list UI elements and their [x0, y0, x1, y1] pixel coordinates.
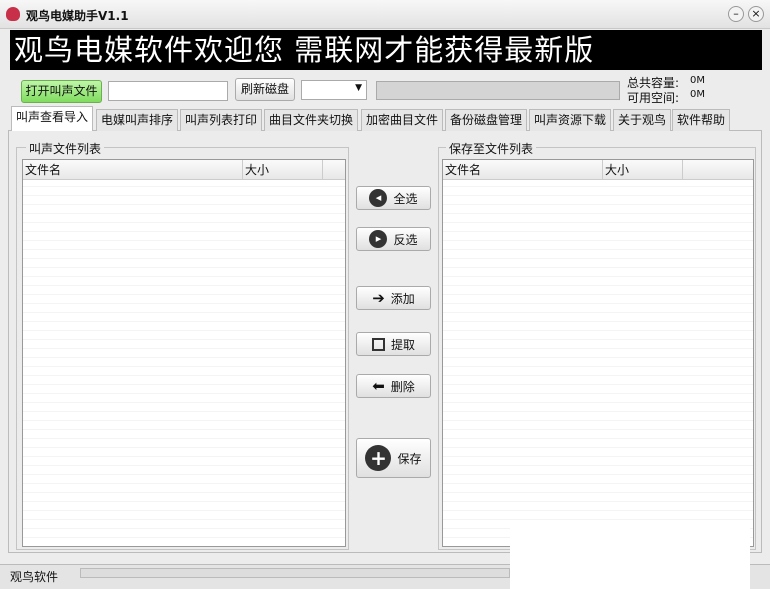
tab-import[interactable]: 叫声查看导入 — [11, 106, 94, 131]
add-button[interactable]: ➔ 添加 — [356, 286, 431, 310]
drive-select[interactable]: ▼ — [301, 80, 367, 100]
arrow-right-icon: ➔ — [372, 289, 385, 307]
minimize-button[interactable]: – — [728, 6, 744, 22]
window-title: 观鸟电媒助手V1.1 — [26, 9, 129, 23]
left-list-title: 叫声文件列表 — [26, 140, 105, 157]
refresh-disk-button[interactable]: 刷新磁盘 — [235, 78, 295, 101]
right-list-title: 保存至文件列表 — [446, 140, 537, 157]
disk-progress-bar — [376, 81, 620, 100]
open-file-button[interactable]: 打开叫声文件 — [21, 80, 102, 103]
free-space-label: 可用空间: — [627, 91, 680, 105]
tab-backup[interactable]: 备份磁盘管理 — [445, 109, 528, 131]
delete-button[interactable]: ⬅ 删除 — [356, 374, 431, 398]
column-filename[interactable]: 文件名 — [443, 160, 603, 179]
square-icon — [371, 337, 385, 351]
column-size[interactable]: 大小 — [603, 160, 683, 179]
plus-circle-icon: + — [365, 445, 392, 471]
tab-folder-switch[interactable]: 曲目文件夹切换 — [264, 109, 359, 131]
circle-arrow-icon: ▸ — [369, 230, 388, 248]
column-size[interactable]: 大小 — [243, 160, 323, 179]
target-file-list[interactable]: 文件名 大小 — [442, 159, 754, 547]
arrow-left-icon: ⬅ — [372, 377, 385, 395]
save-button[interactable]: + 保存 — [356, 438, 431, 478]
file-path-input[interactable] — [108, 81, 228, 101]
tab-help[interactable]: 软件帮助 — [672, 109, 731, 131]
close-button[interactable]: × — [748, 6, 764, 22]
circle-arrow-icon: ◂ — [369, 189, 388, 207]
total-capacity-value: 0M — [690, 75, 705, 86]
invert-selection-button[interactable]: ▸ 反选 — [356, 227, 431, 251]
chevron-down-icon: ▼ — [355, 83, 362, 93]
app-logo-icon — [6, 7, 20, 21]
column-filename[interactable]: 文件名 — [23, 160, 243, 179]
tab-download[interactable]: 叫声资源下载 — [529, 109, 612, 131]
free-space-value: 0M — [690, 89, 705, 100]
tab-sort[interactable]: 电媒叫声排序 — [96, 109, 179, 131]
welcome-banner: 观鸟电媒软件欢迎您 需联网才能获得最新版 — [10, 30, 762, 70]
tab-print[interactable]: 叫声列表打印 — [180, 109, 263, 131]
extract-button[interactable]: 提取 — [356, 332, 431, 356]
source-file-list[interactable]: 文件名 大小 — [22, 159, 346, 547]
select-all-button[interactable]: ◂ 全选 — [356, 186, 431, 210]
blank-area — [510, 520, 750, 589]
status-text: 观鸟软件 — [10, 570, 59, 584]
status-progress — [80, 568, 510, 578]
tab-encrypt[interactable]: 加密曲目文件 — [361, 109, 444, 131]
tab-about[interactable]: 关于观鸟 — [613, 109, 672, 131]
